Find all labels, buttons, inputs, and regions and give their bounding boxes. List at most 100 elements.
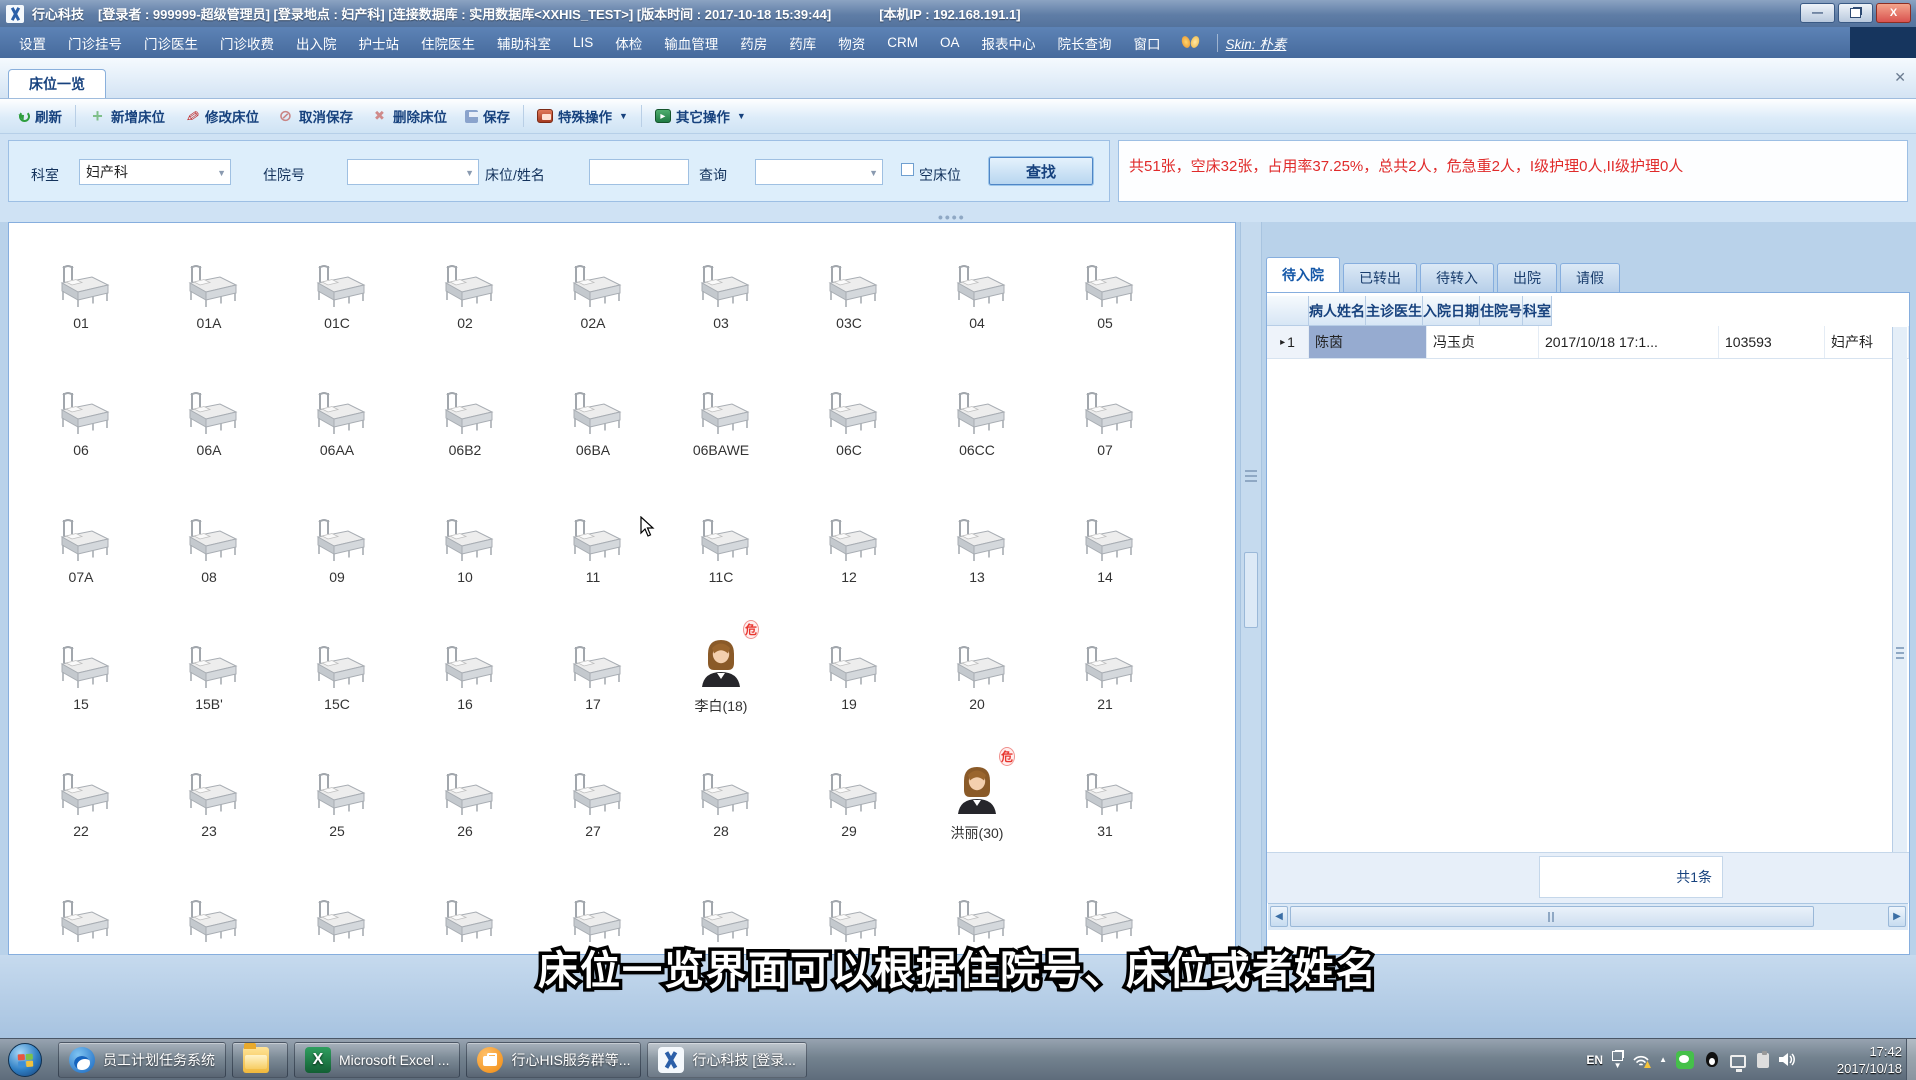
skin-selector[interactable]: Skin: 朴素 [1226, 33, 1287, 53]
caret-down-icon[interactable]: ▼ [1614, 1061, 1622, 1070]
bed-cell[interactable]: 22 [17, 745, 145, 872]
bed-cell[interactable]: 06B2 [401, 364, 529, 491]
toolbar-button[interactable]: 刷新 [10, 103, 71, 129]
toolbar-button[interactable]: 新增床位 [80, 103, 174, 129]
bed-cell[interactable]: 21 [1041, 618, 1169, 745]
bed-cell[interactable]: 15C [273, 618, 401, 745]
toolbar-button[interactable]: 保存 [456, 103, 519, 129]
bed-cell[interactable]: 02 [401, 237, 529, 364]
menu-item[interactable]: 门诊医生 [133, 33, 209, 53]
menu-item[interactable]: 门诊收费 [209, 33, 285, 53]
bed-cell[interactable]: 17 [529, 618, 657, 745]
bed-cell[interactable]: 12 [785, 491, 913, 618]
column-header[interactable]: 主诊医生 [1366, 296, 1423, 326]
menu-item[interactable]: 输血管理 [653, 33, 729, 53]
bed-cell[interactable]: 07A [17, 491, 145, 618]
speaker-icon[interactable] [1778, 1051, 1796, 1069]
taskbar-button[interactable]: 行心HIS服务群等... [466, 1042, 642, 1078]
column-header[interactable]: 入院日期 [1423, 296, 1480, 326]
menu-item[interactable]: OA [929, 35, 971, 50]
close-button[interactable]: X [1876, 3, 1911, 23]
menu-item[interactable]: CRM [876, 35, 929, 50]
cell-doctor[interactable]: 冯玉贞 [1427, 326, 1539, 358]
bed-cell[interactable]: 危 洪丽(30) [913, 745, 1041, 872]
bed-cell[interactable]: 28 [657, 745, 785, 872]
bed-cell[interactable]: 20 [913, 618, 1041, 745]
scrollbar-thumb[interactable] [1290, 906, 1814, 927]
bed-cell[interactable]: 06AA [273, 364, 401, 491]
bed-cell[interactable]: 13 [913, 491, 1041, 618]
menu-item[interactable]: 门诊挂号 [57, 33, 133, 53]
splitter-grip[interactable] [1245, 470, 1257, 484]
grid-vertical-scrollbar[interactable] [1892, 327, 1907, 887]
empty-bed-checkbox[interactable] [901, 163, 914, 176]
restore-button[interactable] [1838, 3, 1873, 23]
menu-item[interactable]: 药房 [729, 33, 778, 53]
dept-combobox[interactable]: 妇产科 ▼ [79, 159, 231, 185]
menu-item[interactable]: 窗口 [1123, 33, 1172, 53]
bed-cell[interactable]: 11C [657, 491, 785, 618]
qq-icon[interactable] [1703, 1051, 1721, 1069]
taskbar-button[interactable]: 员工计划任务系统 [58, 1042, 226, 1078]
bed-cell[interactable]: 31 [1041, 745, 1169, 872]
taskbar-button[interactable]: 行心科技 [登录... [647, 1042, 807, 1078]
search-button[interactable]: 查找 [988, 156, 1094, 186]
bed-cell[interactable]: 07 [1041, 364, 1169, 491]
bed-cell[interactable]: 05 [1041, 237, 1169, 364]
bed-cell[interactable]: 15B' [145, 618, 273, 745]
bed-name-input[interactable] [589, 159, 689, 185]
toolbar-button[interactable]: 取消保存 [268, 103, 362, 129]
clipboard-icon[interactable] [1757, 1051, 1769, 1068]
bed-cell[interactable]: 02A [529, 237, 657, 364]
taskbar-button[interactable] [232, 1042, 288, 1078]
scroll-left-icon[interactable]: ◀ [1270, 906, 1288, 927]
column-header[interactable]: 住院号 [1480, 296, 1523, 326]
bed-cell[interactable]: 危 李白(18) [657, 618, 785, 745]
taskbar-button[interactable]: Microsoft Excel ... [294, 1042, 461, 1078]
language-bar-icon[interactable] [1612, 1050, 1624, 1061]
bed-cell[interactable]: 29 [785, 745, 913, 872]
cell-admission-no[interactable]: 103593 [1719, 326, 1825, 358]
bed-cell[interactable]: 09 [273, 491, 401, 618]
menu-item[interactable]: 设置 [8, 33, 57, 53]
menu-item[interactable]: 院长查询 [1047, 33, 1123, 53]
toolbar-button[interactable]: 修改床位 [174, 103, 268, 129]
query-combobox[interactable]: ▼ [755, 159, 883, 185]
language-indicator[interactable]: EN [1586, 1053, 1603, 1067]
wechat-icon[interactable] [1676, 1051, 1694, 1069]
table-row[interactable]: ▸ 1 陈茵 冯玉贞 2017/10/18 17:1... 103593 妇产科 [1267, 326, 1909, 359]
bed-cell[interactable]: 25 [273, 745, 401, 872]
admission-combobox[interactable]: ▼ [347, 159, 479, 185]
patient-list-tab[interactable]: 待入院 [1266, 257, 1340, 292]
menu-item[interactable]: 药库 [778, 33, 827, 53]
cell-admit-date[interactable]: 2017/10/18 17:1... [1539, 326, 1719, 358]
bed-cell[interactable]: 06 [17, 364, 145, 491]
menu-item[interactable]: 出入院 [285, 33, 348, 53]
close-tab-icon[interactable]: ✕ [1894, 70, 1906, 84]
toolbar-button[interactable]: 其它操作 ▼ [646, 103, 755, 129]
butterfly-icon[interactable] [1182, 35, 1199, 50]
patient-list-tab[interactable]: 待转入 [1420, 263, 1494, 292]
show-desktop-button[interactable] [1906, 1039, 1916, 1080]
toolbar-button[interactable]: 特殊操作 ▼ [528, 103, 637, 129]
horizontal-splitter[interactable]: •••• [0, 209, 1916, 225]
menu-item[interactable]: 辅助科室 [486, 33, 562, 53]
bed-cell[interactable]: 06BA [529, 364, 657, 491]
menu-item[interactable]: 体检 [604, 33, 653, 53]
scrollbar-thumb[interactable] [1244, 552, 1258, 628]
bed-cell[interactable]: 03 [657, 237, 785, 364]
vertical-splitter[interactable] [1240, 222, 1262, 955]
patient-list-tab[interactable]: 已转出 [1343, 263, 1417, 292]
bed-cell[interactable]: 16 [401, 618, 529, 745]
show-hidden-icons[interactable]: ▲ [1659, 1056, 1667, 1064]
bed-cell[interactable]: 11 [529, 491, 657, 618]
start-button[interactable] [8, 1043, 42, 1077]
cell-patient-name[interactable]: 陈茵 [1309, 326, 1427, 358]
bed-cell[interactable]: 01 [17, 237, 145, 364]
bed-cell[interactable]: 06CC [913, 364, 1041, 491]
patient-list-tab[interactable]: 请假 [1560, 263, 1620, 292]
menu-item[interactable]: LIS [562, 35, 604, 50]
patient-list-tab[interactable]: 出院 [1497, 263, 1557, 292]
menu-item[interactable]: 物资 [827, 33, 876, 53]
scroll-right-icon[interactable]: ▶ [1888, 906, 1906, 927]
